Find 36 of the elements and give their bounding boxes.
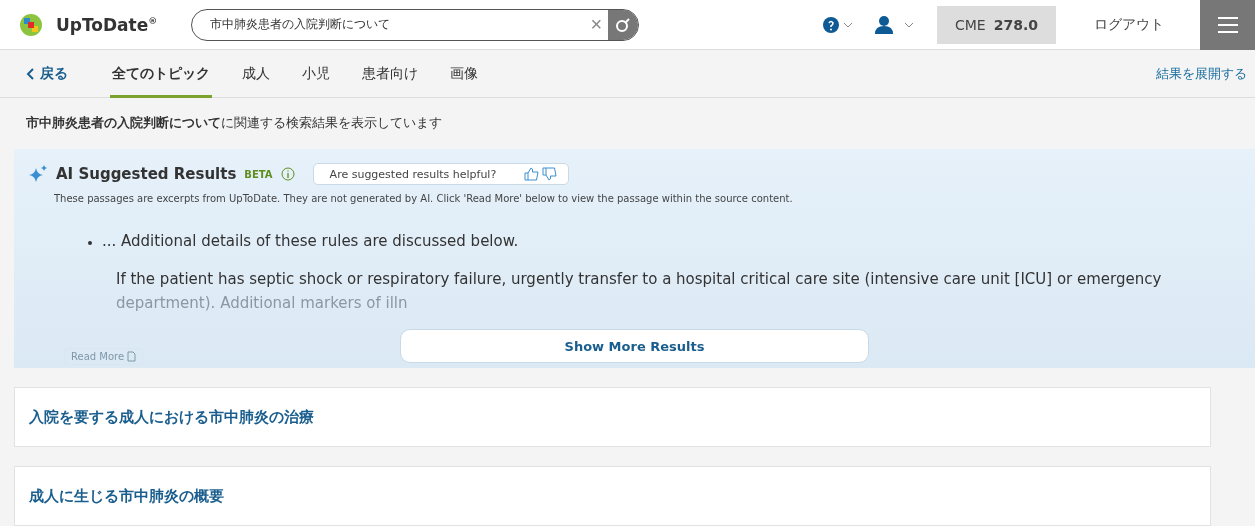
feedback-question: Are suggested results helpful? [329, 167, 497, 181]
logo-icon [20, 13, 42, 36]
topic-tab[interactable]: 小児 [300, 49, 332, 98]
thumbs-down-icon[interactable] [542, 167, 559, 181]
sparkle-icon [28, 165, 48, 183]
topic-tab[interactable]: 画像 [448, 49, 480, 98]
passage-text: If the patient has septic shock or respiratory failure, urgently transfer to a hospital critical care site (intensive care unit [ICU] or emergency [116, 270, 1163, 288]
result-link[interactable]: 入院を要する成人における市中肺炎の治療 [29, 407, 314, 427]
topic-tab[interactable]: 成人 [240, 49, 272, 98]
beta-label: BETA [244, 168, 273, 180]
bullet-dot [88, 241, 92, 245]
results-summary: 市中肺炎患者の入院判断についてに関連する検索結果を表示しています [25, 114, 443, 132]
help-button[interactable] [823, 16, 853, 33]
topic-tab[interactable]: 全てのトピック [110, 49, 212, 98]
cme-counter[interactable]: CME 278.0 [937, 5, 1056, 44]
show-more-button[interactable]: Show More Results [400, 329, 869, 363]
search-icon [615, 16, 632, 33]
info-icon[interactable] [280, 167, 295, 181]
passage-text: ... Additional details of these rules are discussed below. [102, 232, 519, 250]
chevron-left-icon [26, 67, 34, 80]
logout-button[interactable]: ログアウト [1088, 14, 1170, 35]
disclaimer-text: These passages are excerpts from UpToDate. They are not generated by AI. Click 'Read More' below to view the passage within the source content. [54, 193, 794, 204]
menu-icon [1217, 16, 1238, 33]
result-link[interactable]: 成人に生じる市中肺炎の概要 [29, 486, 224, 506]
clear-button[interactable]: × [584, 13, 609, 36]
thumbs-up-icon[interactable] [524, 167, 541, 181]
brand-name: UpToDate$^{®}$ [56, 14, 158, 35]
search-button[interactable] [608, 9, 639, 40]
document-icon [127, 351, 137, 362]
topic-tab[interactable]: 患者向け [360, 49, 420, 98]
ai-results-title: AI Suggested Results [56, 165, 237, 183]
back-link[interactable]: 戻る [26, 64, 68, 83]
menu-button[interactable] [1200, 0, 1255, 50]
expand-results-link[interactable]: 結果を展開する [1156, 64, 1247, 83]
faded-passage-text: department). Additional markers of illn [116, 294, 409, 312]
user-button[interactable] [875, 15, 915, 34]
